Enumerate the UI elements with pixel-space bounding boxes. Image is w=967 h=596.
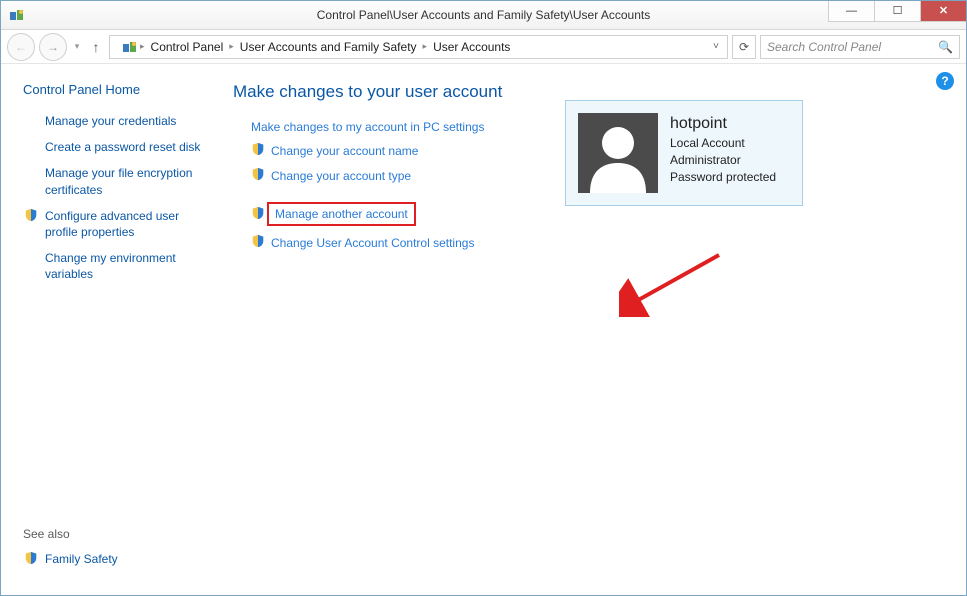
- shield-icon: [23, 208, 39, 222]
- back-button[interactable]: ←: [7, 33, 35, 61]
- account-role: Administrator: [670, 152, 776, 169]
- sidebar-item-label: Manage your credentials: [45, 113, 205, 129]
- annotation-arrow: [619, 247, 729, 317]
- chevron-right-icon: ▸: [423, 41, 428, 52]
- shield-icon: [251, 142, 265, 159]
- sidebar: Control Panel Home Manage your credentia…: [1, 64, 219, 595]
- link-change-uac-settings[interactable]: Change User Account Control settings: [233, 234, 948, 251]
- sidebar-item-label: Manage your file encryption certificates: [45, 165, 205, 197]
- sidebar-item-label: Create a password reset disk: [45, 139, 205, 155]
- sidebar-item-file-encryption[interactable]: Manage your file encryption certificates: [23, 165, 205, 197]
- link-label: Change your account type: [271, 169, 411, 183]
- see-also-label: See also: [23, 527, 205, 541]
- control-panel-breadcrumb-icon: [122, 39, 138, 55]
- sidebar-item-label: Change my environment variables: [45, 250, 205, 282]
- account-password-status: Password protected: [670, 169, 776, 186]
- sidebar-item-env-variables[interactable]: Change my environment variables: [23, 250, 205, 282]
- link-label: Manage another account: [267, 202, 416, 226]
- sidebar-item-password-reset-disk[interactable]: Create a password reset disk: [23, 139, 205, 155]
- shield-icon: [251, 234, 265, 251]
- control-panel-home-link[interactable]: Control Panel Home: [23, 82, 205, 97]
- refresh-icon: ⟳: [739, 40, 749, 54]
- minimize-icon: —: [846, 6, 857, 17]
- main-panel: Make changes to your user account Make c…: [219, 64, 966, 595]
- arrow-left-icon: ←: [15, 40, 27, 54]
- refresh-button[interactable]: ⟳: [732, 35, 756, 59]
- breadcrumb-control-panel[interactable]: Control Panel: [147, 38, 228, 56]
- avatar: [578, 113, 658, 193]
- chevron-right-icon: ▸: [229, 41, 234, 52]
- up-button[interactable]: ↑: [87, 39, 105, 55]
- search-icon: 🔍: [938, 40, 953, 54]
- content-area: ? Control Panel Home Manage your credent…: [1, 64, 966, 595]
- shield-icon: [251, 167, 265, 184]
- account-type: Local Account: [670, 135, 776, 152]
- close-button[interactable]: ✕: [920, 1, 966, 22]
- breadcrumb-user-accounts-family-safety[interactable]: User Accounts and Family Safety: [236, 38, 421, 56]
- page-heading: Make changes to your user account: [233, 82, 948, 102]
- link-label: Change your account name: [271, 144, 418, 158]
- shield-icon: [23, 551, 39, 565]
- breadcrumb-user-accounts[interactable]: User Accounts: [429, 38, 514, 56]
- titlebar: Control Panel\User Accounts and Family S…: [1, 1, 966, 30]
- minimize-button[interactable]: —: [828, 1, 874, 22]
- sidebar-item-label: Family Safety: [45, 551, 205, 567]
- maximize-button[interactable]: ☐: [874, 1, 920, 22]
- main-links-group-bottom: Manage another account Change User Accou…: [233, 202, 948, 251]
- breadcrumb[interactable]: ▸ Control Panel ▸ User Accounts and Fami…: [109, 35, 728, 59]
- control-panel-title-icon: [9, 7, 25, 23]
- link-label: Change User Account Control settings: [271, 236, 474, 250]
- account-card[interactable]: hotpoint Local Account Administrator Pas…: [565, 100, 803, 206]
- account-name: hotpoint: [670, 113, 776, 135]
- window-title: Control Panel\User Accounts and Family S…: [1, 8, 966, 22]
- sidebar-item-label: Configure advanced user profile properti…: [45, 208, 205, 240]
- forward-button[interactable]: →: [39, 33, 67, 61]
- sidebar-item-family-safety[interactable]: Family Safety: [23, 551, 205, 567]
- shield-icon: [251, 206, 265, 223]
- sidebar-bottom: See also Family Safety: [23, 527, 205, 577]
- breadcrumb-dropdown[interactable]: ˅: [713, 41, 723, 52]
- close-icon: ✕: [939, 6, 948, 17]
- window-controls: — ☐ ✕: [828, 1, 966, 22]
- arrow-right-icon: →: [47, 40, 59, 54]
- maximize-icon: ☐: [893, 6, 903, 17]
- search-placeholder: Search Control Panel: [767, 40, 881, 54]
- sidebar-item-manage-credentials[interactable]: Manage your credentials: [23, 113, 205, 129]
- account-info: hotpoint Local Account Administrator Pas…: [670, 113, 776, 193]
- history-dropdown[interactable]: ▾: [71, 41, 83, 52]
- search-input[interactable]: Search Control Panel 🔍: [760, 35, 960, 59]
- sidebar-item-advanced-profile[interactable]: Configure advanced user profile properti…: [23, 208, 205, 240]
- navbar: ← → ▾ ↑ ▸ Control Panel ▸ User Accounts …: [1, 30, 966, 64]
- link-label: Make changes to my account in PC setting…: [251, 120, 484, 134]
- chevron-right-icon: ▸: [140, 41, 145, 52]
